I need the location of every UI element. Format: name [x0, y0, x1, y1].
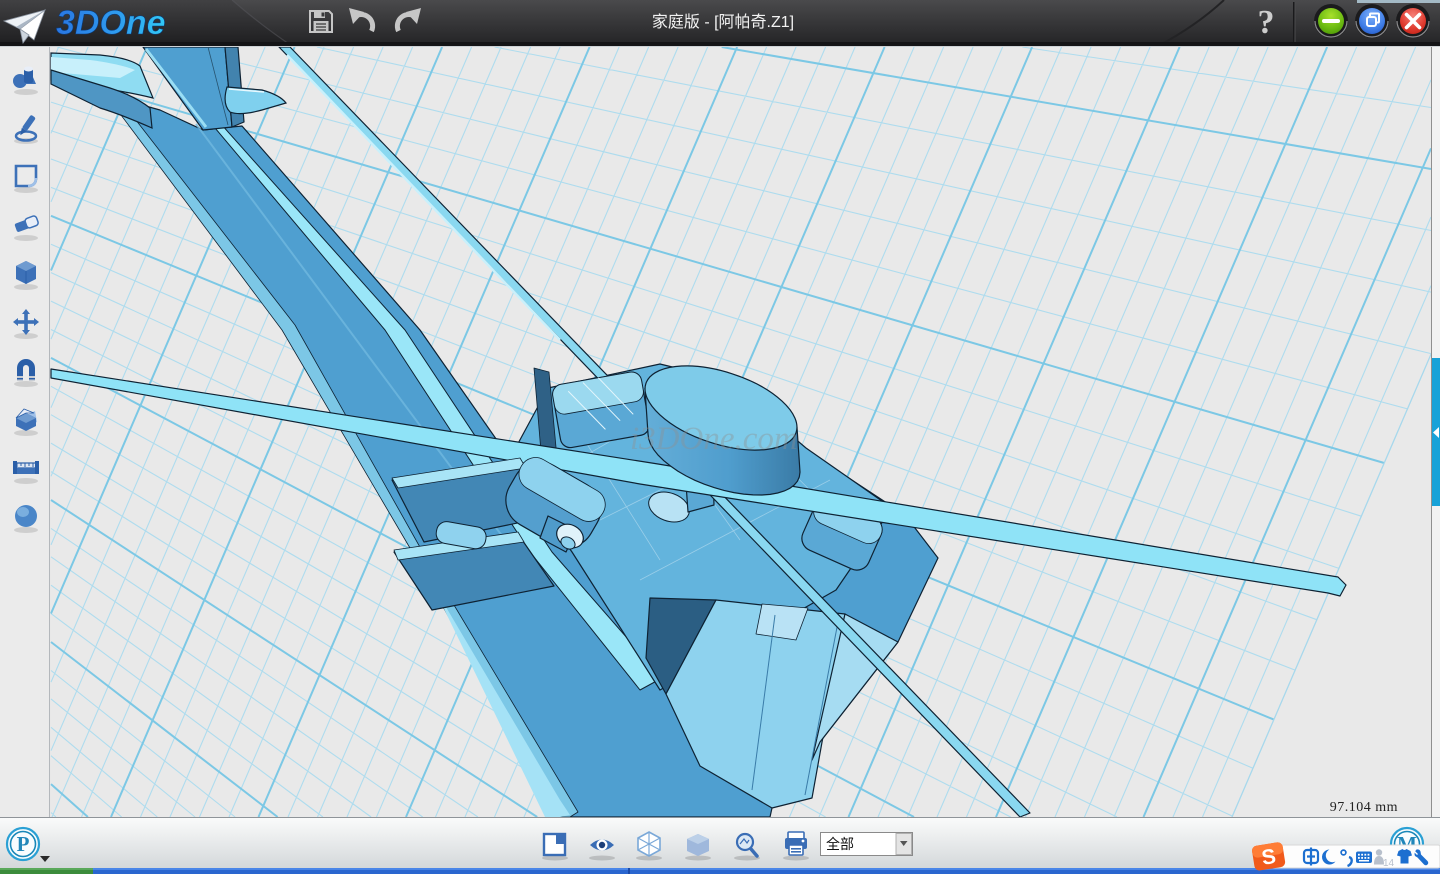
svg-text:3DOne: 3DOne [56, 4, 166, 42]
svg-text:全部: 全部 [826, 836, 854, 852]
svg-text:97.104 mm: 97.104 mm [1330, 800, 1398, 815]
svg-text:i3DOne.com: i3DOne.com [630, 421, 798, 457]
svg-text:P: P [17, 832, 30, 856]
svg-text:家庭版 - [阿帕奇.Z1]: 家庭版 - [阿帕奇.Z1] [652, 13, 794, 31]
svg-text:?: ? [1258, 4, 1275, 41]
svg-text:14: 14 [1383, 858, 1395, 869]
